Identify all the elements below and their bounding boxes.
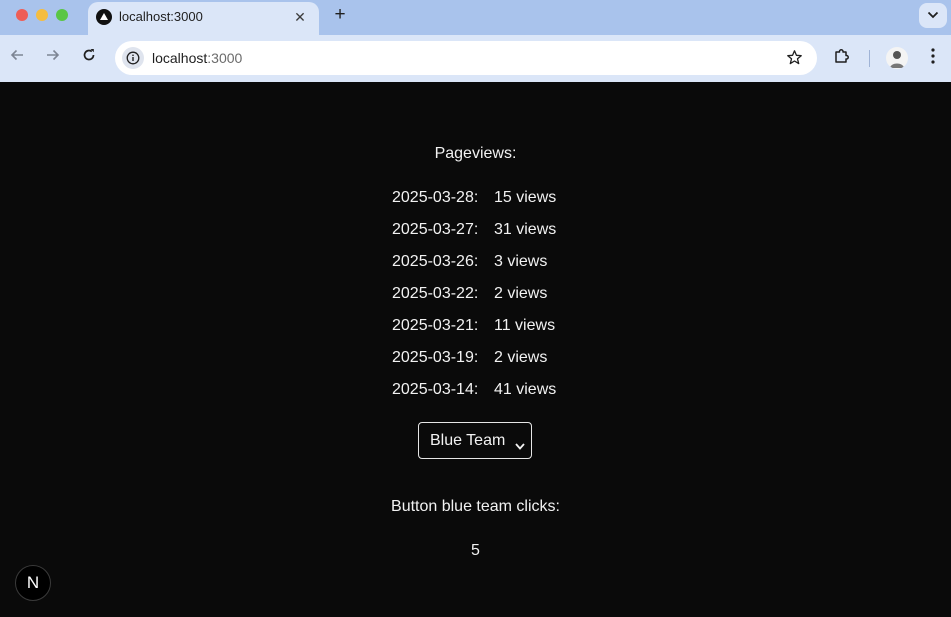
window-close-button[interactable] (16, 9, 28, 21)
toolbar-divider (869, 50, 870, 67)
new-tab-icon[interactable]: + (330, 5, 350, 25)
pageview-count: 31 views (494, 221, 557, 238)
tab-strip: localhost:3000 ✕ + (0, 0, 951, 35)
page-content: Pageviews: 2025-03-28: 15 views 2025-03-… (0, 82, 951, 617)
site-info-icon[interactable] (122, 47, 144, 69)
pageview-date: 2025-03-28: (392, 189, 479, 206)
window-minimize-button[interactable] (36, 9, 48, 21)
pageview-count: 2 views (494, 285, 548, 302)
pageview-count: 2 views (494, 349, 548, 366)
browser-chrome: localhost:3000 ✕ + localhost:3000 (0, 0, 951, 82)
reload-button[interactable] (79, 47, 99, 67)
pageview-row: 2025-03-19: 2 views (392, 349, 572, 381)
back-button[interactable] (7, 47, 27, 67)
url-host: localhost (152, 50, 208, 66)
pageview-date: 2025-03-21: (392, 317, 479, 334)
team-select[interactable]: Blue Team (418, 422, 532, 459)
nextjs-dev-tools-button[interactable]: N (15, 565, 51, 601)
extensions-puzzle-icon[interactable] (833, 47, 851, 70)
forward-button[interactable] (43, 47, 63, 67)
team-select-value: Blue Team (430, 432, 506, 449)
pageview-row: 2025-03-28: 15 views (392, 189, 572, 221)
arrow-right-icon (47, 49, 60, 61)
window-maximize-button[interactable] (56, 9, 68, 21)
pageview-count: 41 views (494, 381, 557, 398)
arrow-left-icon (10, 49, 23, 61)
url-port: :3000 (207, 50, 243, 66)
browser-toolbar: localhost:3000 (0, 35, 951, 82)
url-text: localhost:3000 (152, 50, 242, 66)
chevron-down-icon (515, 437, 525, 455)
more-menu-icon[interactable] (925, 48, 941, 68)
pageview-count: 3 views (494, 253, 548, 270)
pageview-date: 2025-03-26: (392, 253, 479, 270)
pageview-count: 15 views (494, 189, 557, 206)
chevron-down-icon (927, 11, 939, 19)
profile-avatar[interactable] (886, 47, 908, 69)
vercel-triangle-icon (96, 9, 112, 25)
pageview-row: 2025-03-21: 11 views (392, 317, 572, 349)
tab-title: localhost:3000 (119, 9, 203, 24)
pageviews-heading: Pageviews: (434, 145, 517, 162)
pageview-row: 2025-03-14: 41 views (392, 381, 572, 413)
pageview-date: 2025-03-27: (392, 221, 479, 238)
browser-tab[interactable]: localhost:3000 ✕ (88, 2, 319, 35)
address-bar[interactable]: localhost:3000 (115, 41, 817, 75)
clicks-label: Button blue team clicks: (391, 498, 560, 515)
pageview-row: 2025-03-27: 31 views (392, 221, 572, 253)
bookmark-star-icon[interactable] (786, 49, 803, 71)
pageview-row: 2025-03-26: 3 views (392, 253, 572, 285)
pageview-date: 2025-03-14: (392, 381, 479, 398)
pageview-row: 2025-03-22: 2 views (392, 285, 572, 317)
reload-icon (83, 49, 95, 61)
pageviews-list: 2025-03-28: 15 views 2025-03-27: 31 view… (392, 189, 572, 413)
clicks-count: 5 (471, 542, 480, 559)
pageview-date: 2025-03-22: (392, 285, 479, 302)
pageview-date: 2025-03-19: (392, 349, 479, 366)
pageview-count: 11 views (494, 317, 556, 334)
tab-search-button[interactable] (919, 3, 947, 28)
close-tab-icon[interactable]: ✕ (291, 8, 309, 26)
